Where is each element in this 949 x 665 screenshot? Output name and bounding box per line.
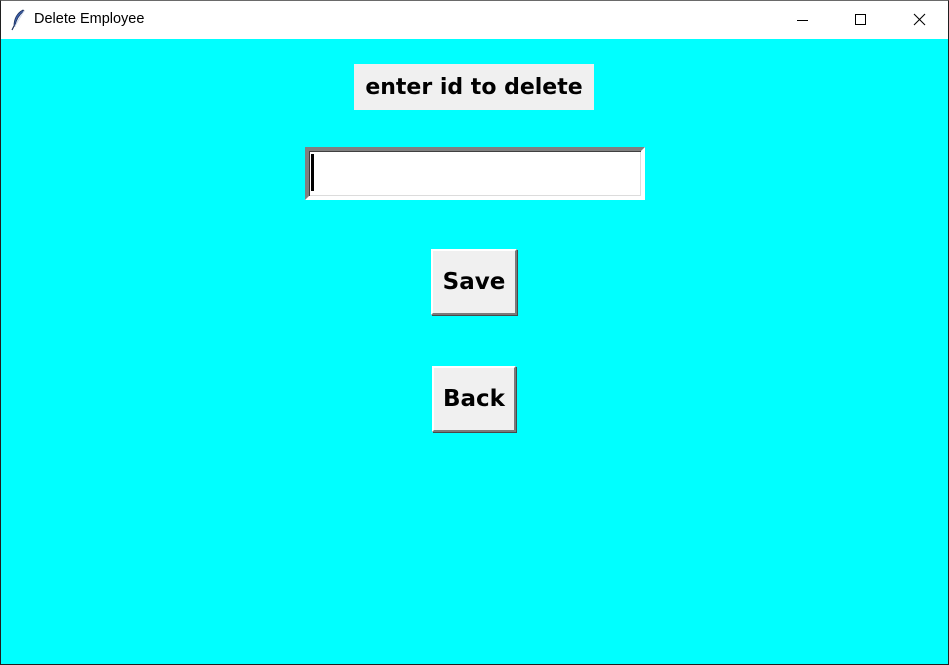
maximize-icon [855,14,866,25]
app-window: Delete Employee enter id to delete Save … [0,0,949,665]
window-title: Delete Employee [34,11,145,27]
title-bar[interactable]: Delete Employee [1,1,948,39]
close-button[interactable] [890,1,948,39]
employee-id-input[interactable] [305,147,645,200]
close-icon [913,13,926,26]
save-button[interactable]: Save [431,249,517,315]
minimize-button[interactable] [773,1,831,39]
back-button[interactable]: Back [432,366,516,432]
maximize-button[interactable] [831,1,889,39]
prompt-label: enter id to delete [354,64,594,110]
text-caret [311,154,314,191]
feather-icon [10,9,28,31]
minimize-icon [797,20,808,21]
form-area: enter id to delete Save Back [1,39,948,664]
